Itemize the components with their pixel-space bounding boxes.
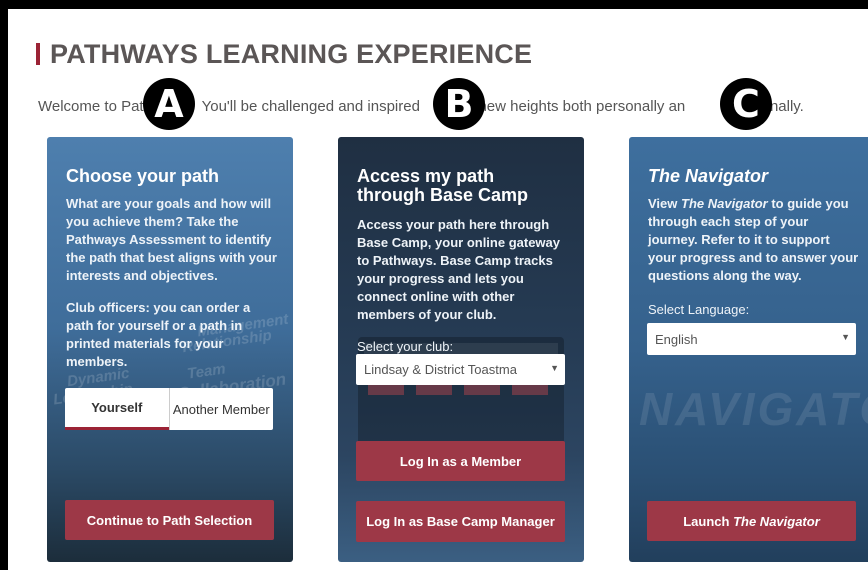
card-c-heading: The Navigator (648, 166, 769, 186)
marker-b: B (433, 78, 485, 130)
welcome-part-2: You'll be challenged and inspired (201, 98, 420, 115)
card-c-text-pre: View (648, 196, 682, 211)
toggle-another-member[interactable]: Another Member (168, 388, 274, 430)
card-b-heading-line1: Access my path (357, 166, 495, 186)
club-select-value: Lindsay & District Toastma (364, 362, 517, 377)
chevron-down-icon: ▼ (550, 363, 559, 373)
page-title-text: PATHWAYS LEARNING EXPERIENCE (50, 39, 533, 69)
card-a-officers-text: Club officers: you can order a path for … (66, 300, 251, 369)
toggle-yourself[interactable]: Yourself (65, 388, 169, 430)
welcome-part-3: h new heights both personally an (465, 98, 686, 115)
card-c-text: View The Navigator to guide you through … (648, 195, 860, 285)
club-select[interactable]: Lindsay & District Toastma ▼ (356, 354, 565, 385)
title-accent-bar (36, 43, 40, 65)
page-frame: PATHWAYS LEARNING EXPERIENCE Welcome to … (0, 0, 868, 570)
language-select-label: Select Language: (648, 302, 750, 317)
card-b-heading-line2: through Base Camp (357, 185, 529, 205)
launch-navigator-pre: Launch (683, 513, 734, 529)
club-select-label: Select your club: (357, 339, 454, 354)
navigator-watermark: NAVIGATOR (639, 383, 868, 435)
choose-path-card: Dynamic Leadership Relationship Manageme… (47, 137, 293, 562)
path-for-toggle: Yourself Another Member (65, 388, 273, 430)
page-title: PATHWAYS LEARNING EXPERIENCE (36, 39, 532, 70)
chevron-down-icon: ▼ (841, 332, 850, 342)
base-camp-card: Access my path through Base Camp Access y… (338, 137, 584, 562)
launch-navigator-italic: The Navigator (733, 513, 820, 529)
login-member-button[interactable]: Log In as a Member (356, 441, 565, 481)
welcome-part-1: Welcome to Pat (38, 98, 144, 115)
marker-a: A (143, 78, 195, 130)
continue-path-selection-button[interactable]: Continue to Path Selection (65, 500, 274, 540)
language-select[interactable]: English ▼ (647, 323, 856, 355)
card-b-text: Access your path here through Base Camp,… (357, 217, 561, 322)
card-a-text: What are your goals and how will you ach… (66, 196, 277, 283)
language-select-value: English (655, 331, 698, 347)
navigator-card: NAVIGATOR The Navigator View The Navigat… (629, 137, 868, 562)
launch-navigator-button[interactable]: Launch The Navigator (647, 501, 856, 541)
card-b-heading: Access my path through Base Camp (357, 167, 528, 205)
login-base-camp-manager-button[interactable]: Log In as Base Camp Manager (356, 501, 565, 542)
marker-c: C (720, 78, 772, 130)
card-a-heading: Choose your path (66, 166, 220, 186)
card-c-text-italic: The Navigator (681, 196, 768, 211)
